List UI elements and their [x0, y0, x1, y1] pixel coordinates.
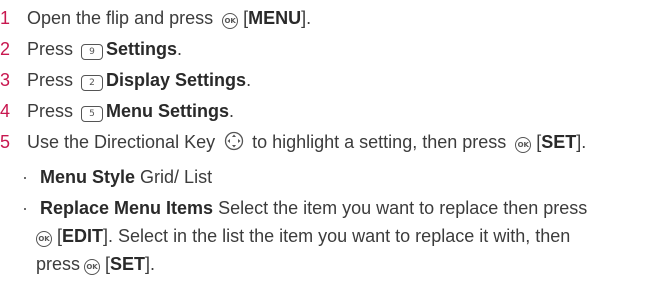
option-desc-cont: ]. Select in the list the item you want … — [103, 226, 571, 246]
key-label: EDIT — [62, 226, 104, 246]
step-3: 3 Press 2 Display Settings. — [0, 67, 251, 93]
sub-item-line-3: press OK [SET]. — [36, 251, 155, 277]
step-4: 4 Press 5 Menu Settings. — [0, 98, 234, 124]
option-desc-cont: press — [36, 254, 81, 274]
step-text: Press — [22, 101, 79, 121]
step-number: 3 — [0, 70, 11, 90]
bracket: ]. — [145, 254, 156, 274]
key-label: MENU — [248, 8, 302, 28]
step-5: 5 Use the Directional Key to highlight a… — [0, 129, 586, 155]
step-text: Press — [22, 70, 79, 90]
step-2: 2 Press 9 Settings. — [0, 36, 182, 62]
numbered-key-icon: 9 — [81, 44, 104, 60]
bullet: · — [22, 198, 28, 218]
key-label: SET — [541, 132, 577, 152]
ok-key-icon: OK — [36, 231, 52, 247]
step-text-cont: to highlight a setting, then press — [247, 132, 512, 152]
directional-key-icon — [224, 131, 244, 151]
menu-label: Settings — [106, 39, 178, 59]
step-number: 5 — [0, 132, 11, 152]
punctuation: . — [229, 101, 235, 121]
instruction-list: 1 Open the flip and press OK [MENU]. 2 Pr… — [0, 0, 659, 282]
numbered-key-icon: 5 — [81, 106, 104, 122]
ok-key-icon: OK — [515, 137, 532, 153]
bullet: · — [22, 167, 28, 187]
step-text: Open the flip and press — [22, 8, 219, 28]
sub-item-line-2: OK [EDIT]. Select in the list the item yo… — [36, 223, 570, 249]
step-text: Use the Directional Key — [22, 132, 221, 152]
menu-label: Menu Settings — [106, 101, 230, 121]
sub-item-replace-menu-items: · Replace Menu Items Select the item you … — [22, 195, 587, 221]
step-text: Press — [22, 39, 79, 59]
option-desc: Select the item you want to replace then… — [218, 198, 588, 218]
step-number: 1 — [0, 8, 11, 28]
step-number: 4 — [0, 101, 11, 121]
option-desc: Grid/ List — [140, 167, 213, 187]
sub-item-menu-style: · Menu Style Grid/ List — [22, 164, 212, 190]
step-1: 1 Open the flip and press OK [MENU]. — [0, 5, 311, 31]
ok-key-icon: OK — [84, 259, 101, 275]
bracket: ]. — [576, 132, 587, 152]
option-name: Replace Menu Items — [40, 198, 214, 218]
ok-key-icon: OK — [222, 13, 239, 29]
punctuation: . — [246, 70, 252, 90]
numbered-key-icon: 2 — [81, 75, 104, 91]
bracket: ]. — [301, 8, 312, 28]
key-label: SET — [110, 254, 146, 274]
punctuation: . — [177, 39, 183, 59]
menu-label: Display Settings — [106, 70, 247, 90]
option-name: Menu Style — [40, 167, 136, 187]
step-number: 2 — [0, 39, 11, 59]
